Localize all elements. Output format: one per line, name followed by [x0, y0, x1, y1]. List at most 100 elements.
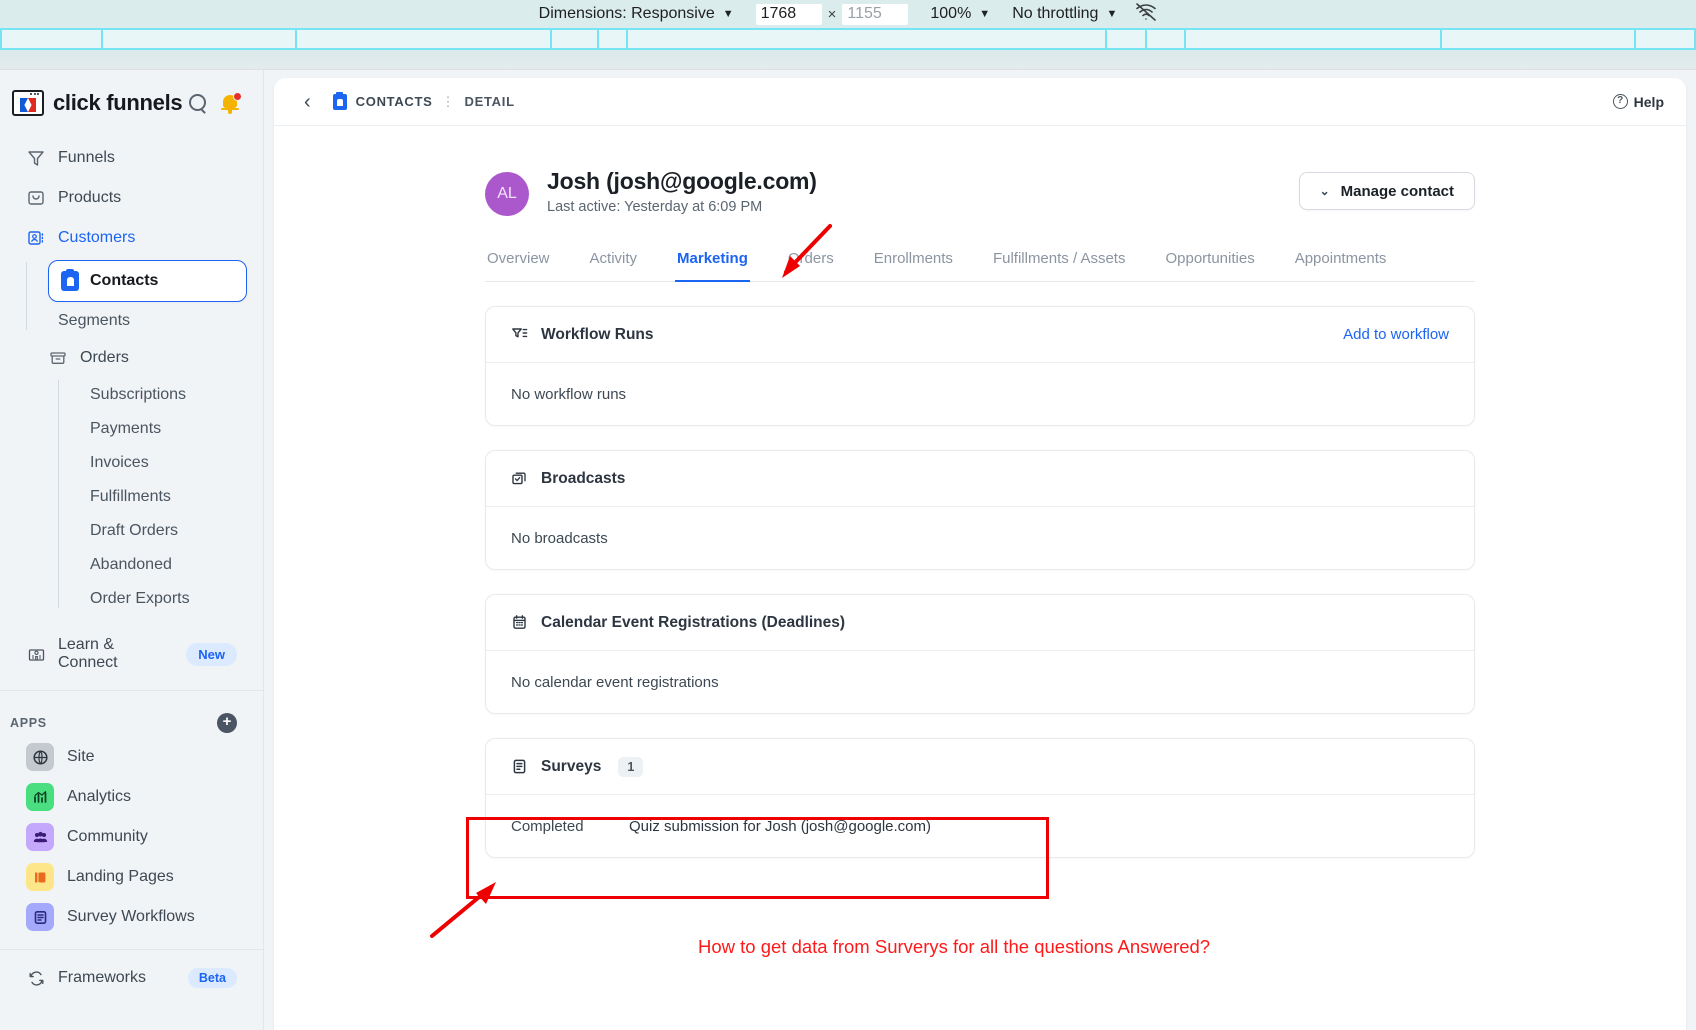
page-title: Josh (josh@google.com) — [547, 168, 817, 194]
survey-description: Quiz submission for Josh (josh@google.co… — [629, 817, 932, 835]
tab-overview[interactable]: Overview — [485, 250, 552, 282]
zoom-select[interactable]: 100% ▼ — [930, 5, 990, 23]
avatar: AL — [485, 172, 529, 216]
surveys-card: Surveys 1 Completed Quiz submission for … — [485, 738, 1475, 858]
throttling-select[interactable]: No throttling ▼ — [1012, 5, 1117, 23]
app-item-site[interactable]: Site — [0, 737, 263, 777]
app-label: Community — [67, 828, 148, 845]
sidebar-item-label: Segments — [58, 312, 131, 329]
card-title-text: Broadcasts — [541, 469, 626, 487]
sidebar-item-label: Learn & Connect — [58, 636, 118, 671]
app-item-community[interactable]: Community — [0, 817, 263, 857]
help-label: Help — [1633, 93, 1664, 110]
broadcasts-card: Broadcasts No broadcasts — [485, 450, 1475, 570]
chevron-down-icon: ▼ — [722, 8, 734, 20]
back-chevron-icon[interactable]: ‹ — [304, 92, 311, 112]
breadcrumb-current: DETAIL — [464, 94, 515, 109]
app-label: Landing Pages — [67, 868, 174, 885]
notification-bell-icon[interactable] — [221, 92, 242, 114]
orders-subnav: Subscriptions Payments Invoices Fulfillm… — [58, 378, 247, 616]
breadcrumb-root[interactable]: CONTACTS — [356, 94, 433, 109]
panel-toolbar: ‹ CONTACTS ⋮ DETAIL ? Help — [274, 78, 1686, 126]
wifi-off-icon[interactable] — [1135, 2, 1157, 26]
contacts-icon — [332, 92, 347, 110]
sidebar-item-orders[interactable]: Orders — [48, 338, 247, 378]
annotation-arrow-to-surveys-row — [430, 882, 496, 938]
sidebar-item-customers[interactable]: Customers — [16, 218, 247, 258]
brand-name: click funnels — [53, 90, 183, 115]
app-label: Site — [67, 748, 95, 765]
tab-opportunities[interactable]: Opportunities — [1163, 250, 1256, 282]
tab-marketing[interactable]: Marketing — [675, 250, 750, 282]
card-title: Workflow Runs — [511, 326, 654, 344]
app-item-analytics[interactable]: Analytics — [0, 777, 263, 817]
tab-fulfillments-assets[interactable]: Fulfillments / Assets — [991, 250, 1128, 282]
tab-enrollments[interactable]: Enrollments — [872, 250, 955, 282]
sidebar-item-label: Funnels — [58, 149, 115, 166]
survey-doc-icon — [26, 903, 54, 931]
card-body: No workflow runs — [486, 363, 1474, 425]
dimensions-select[interactable]: Dimensions: Responsive ▼ — [539, 5, 734, 23]
sidebar-item-invoices[interactable]: Invoices — [80, 446, 247, 480]
devtools-device-toolbar: Dimensions: Responsive ▼ × 100% ▼ No thr… — [0, 0, 1696, 28]
card-header: Surveys 1 — [486, 739, 1474, 795]
last-active-text: Last active: Yesterday at 6:09 PM — [547, 199, 763, 215]
sidebar-item-learn-connect[interactable]: Learn & Connect New — [0, 632, 263, 676]
plus-circle-icon[interactable]: + — [217, 713, 237, 733]
card-title-text: Surveys — [541, 757, 602, 775]
contact-detail-content: AL Josh (josh@google.com) Last active: Y… — [485, 126, 1475, 858]
sidebar-item-segments[interactable]: Segments — [48, 304, 247, 338]
annotation-arrow-to-marketing-tab — [782, 224, 832, 278]
tab-appointments[interactable]: Appointments — [1293, 250, 1389, 282]
manage-contact-button[interactable]: ⌄ Manage contact — [1298, 172, 1475, 210]
apps-title: APPS — [10, 716, 47, 730]
products-box-icon — [26, 188, 46, 208]
sidebar-item-payments[interactable]: Payments — [80, 412, 247, 446]
sidebar-item-subscriptions[interactable]: Subscriptions — [80, 378, 247, 412]
new-badge: New — [186, 642, 237, 666]
card-body: No calendar event registrations — [486, 651, 1474, 713]
survey-status: Completed — [511, 817, 584, 835]
divider — [0, 690, 263, 691]
tab-activity[interactable]: Activity — [588, 250, 640, 282]
beta-badge: Beta — [187, 968, 237, 988]
app-item-landing-pages[interactable]: Landing Pages — [0, 857, 263, 897]
sidebar-item-fulfillments[interactable]: Fulfillments — [80, 480, 247, 514]
empty-state-text: No broadcasts — [511, 529, 608, 547]
contact-header: AL Josh (josh@google.com) Last active: Y… — [485, 168, 1475, 216]
bar-chart-icon — [26, 783, 54, 811]
help-button[interactable]: ? Help — [1612, 93, 1664, 110]
sidebar-item-label: Order Exports — [90, 590, 190, 607]
card-title: Surveys 1 — [511, 756, 644, 777]
sidebar-item-contacts[interactable]: Contacts — [48, 260, 247, 302]
viewport-chrome-shadow — [0, 50, 1696, 70]
sidebar-item-order-exports[interactable]: Order Exports — [80, 582, 247, 616]
sidebar-item-products[interactable]: Products — [16, 178, 247, 218]
chevron-down-icon: ⌄ — [1319, 184, 1330, 198]
card-body: Completed Quiz submission for Josh (josh… — [486, 795, 1474, 857]
brand-header: click funnels — [0, 70, 263, 138]
funnel-icon — [26, 148, 46, 168]
card-title-text: Workflow Runs — [541, 325, 654, 343]
viewport-height-input[interactable] — [842, 3, 909, 25]
building-icon — [26, 644, 46, 664]
search-icon[interactable] — [189, 94, 207, 112]
survey-row[interactable]: Completed Quiz submission for Josh (josh… — [511, 818, 931, 835]
viewport-width-input[interactable] — [755, 3, 822, 25]
contact-badge-icon — [61, 269, 79, 291]
add-to-workflow-link[interactable]: Add to workflow — [1343, 326, 1449, 343]
sidebar-item-label: Payments — [90, 420, 162, 437]
sidebar-item-funnels[interactable]: Funnels — [16, 138, 247, 178]
app-item-survey-workflows[interactable]: Survey Workflows — [0, 897, 263, 937]
app-label: Survey Workflows — [67, 908, 195, 925]
sidebar-item-label: Frameworks — [58, 969, 147, 986]
annotation-question-text: How to get data from Surverys for all th… — [698, 936, 1211, 957]
chevron-down-icon: ▼ — [1106, 8, 1118, 20]
sidebar: click funnels Funnels Products Customers… — [0, 70, 264, 1030]
calendar-registrations-card: Calendar Event Registrations (Deadlines)… — [485, 594, 1475, 714]
customers-subnav: Contacts Segments — [26, 260, 247, 338]
globe-icon — [26, 743, 54, 771]
sidebar-item-draft-orders[interactable]: Draft Orders — [80, 514, 247, 548]
sidebar-item-frameworks[interactable]: Frameworks Beta — [0, 956, 263, 1000]
sidebar-item-abandoned[interactable]: Abandoned — [80, 548, 247, 582]
